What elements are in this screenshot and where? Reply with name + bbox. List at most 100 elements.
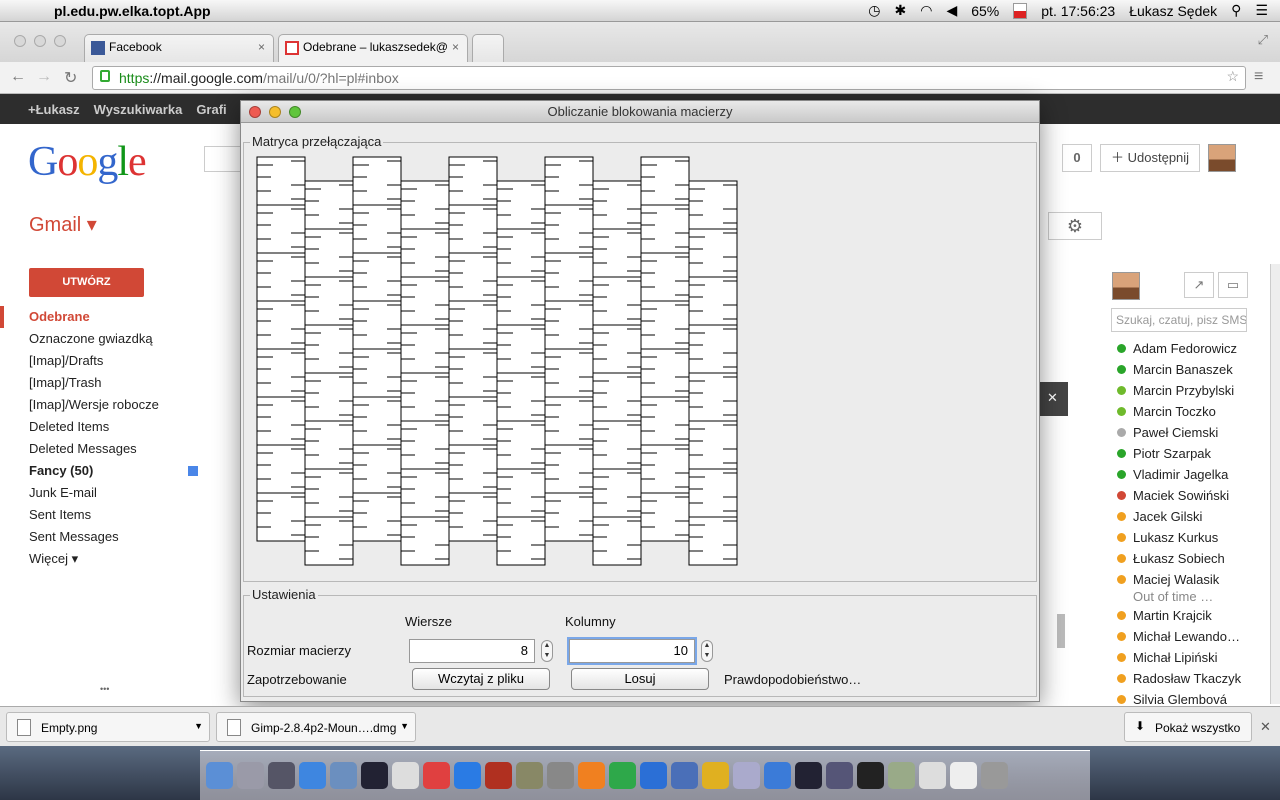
dock-app-icon[interactable] [609,762,636,789]
zoom-window-icon[interactable] [289,106,301,118]
cols-input[interactable]: 10 [569,639,695,663]
switch-cell[interactable] [496,324,546,374]
switch-cell[interactable] [304,180,354,230]
switch-cell[interactable] [688,228,738,278]
dock-app-icon[interactable] [764,762,791,789]
dock-app-icon[interactable] [888,762,915,789]
folder-item[interactable]: Oznaczone gwiazdką [0,328,210,350]
dock-app-icon[interactable] [206,762,233,789]
switch-cell[interactable] [256,348,306,398]
switch-cell[interactable] [688,180,738,230]
chat-contact[interactable]: Michał Lewando… [1104,626,1280,647]
switch-cell[interactable] [688,420,738,470]
switch-cell[interactable] [544,156,594,206]
browser-window-controls[interactable] [14,35,66,47]
switch-cell[interactable] [448,204,498,254]
switch-cell[interactable] [592,468,642,518]
switch-cell[interactable] [496,276,546,326]
switch-cell[interactable] [256,252,306,302]
chat-contact[interactable]: Michał Lipiński [1104,647,1280,668]
switch-cell[interactable] [592,180,642,230]
user-menu[interactable]: Łukasz Sędek [1129,3,1217,19]
reload-icon[interactable]: ↻ [64,68,77,88]
switch-cell[interactable] [640,492,690,542]
switch-cell[interactable] [352,492,402,542]
time-machine-icon[interactable]: ◷ [868,2,880,19]
switch-cell[interactable] [640,396,690,446]
close-tab-icon[interactable]: × [452,40,459,54]
settings-gear-icon[interactable]: ⚙ [1048,212,1102,240]
switch-cell[interactable] [640,252,690,302]
switch-cell[interactable] [352,444,402,494]
back-icon[interactable]: ← [10,68,26,86]
switch-cell[interactable] [256,492,306,542]
dock-app-icon[interactable] [237,762,264,789]
dock-app-icon[interactable] [640,762,667,789]
load-from-file-button[interactable]: Wczytaj z pliku [412,668,550,690]
chat-contact[interactable]: Lukasz Kurkus [1104,527,1280,548]
switch-cell[interactable] [688,468,738,518]
switch-cell[interactable] [256,300,306,350]
volume-icon[interactable]: ◀ [946,2,957,19]
folder-item[interactable]: Deleted Messages [0,438,210,460]
minimize-window-icon[interactable] [269,106,281,118]
dock-app-icon[interactable] [454,762,481,789]
wifi-icon[interactable]: ◠ [920,2,932,19]
gbar-item-images[interactable]: Grafi [196,102,226,117]
switch-cell[interactable] [544,252,594,302]
dock-app-icon[interactable] [268,762,295,789]
dock-app-icon[interactable] [299,762,326,789]
dock-app-icon[interactable] [361,762,388,789]
switch-cell[interactable] [400,468,450,518]
address-bar[interactable]: https://mail.google.com/mail/u/0/?hl=pl#… [92,66,1246,90]
switch-cell[interactable] [544,348,594,398]
switch-cell[interactable] [448,492,498,542]
close-downloads-icon[interactable]: ✕ [1260,719,1271,735]
switch-cell[interactable] [448,252,498,302]
folder-item[interactable]: Junk E-mail [0,482,210,504]
dock-app-icon[interactable] [423,762,450,789]
switch-cell[interactable] [496,516,546,566]
new-tab-button[interactable] [472,34,504,62]
rows-stepper[interactable]: ▲ ▼ [541,640,553,662]
share-button[interactable]: ＋ Udostępnij [1100,144,1201,172]
folder-item[interactable]: Odebrane [0,306,210,328]
switch-cell[interactable] [544,204,594,254]
switch-cell[interactable] [304,228,354,278]
close-window-icon[interactable] [249,106,261,118]
switch-cell[interactable] [640,300,690,350]
dock-app-icon[interactable] [485,762,512,789]
folder-item[interactable]: [Imap]/Drafts [0,350,210,372]
switch-cell[interactable] [352,348,402,398]
chat-contact[interactable]: Piotr Szarpak [1104,443,1280,464]
gbar-item-search[interactable]: Wyszukiwarka [94,102,183,117]
switch-cell[interactable] [640,204,690,254]
notification-count[interactable]: 0 [1062,144,1092,172]
switch-cell[interactable] [640,444,690,494]
spotlight-icon[interactable]: ⚲ [1231,2,1241,19]
switch-cell[interactable] [256,444,306,494]
download-item[interactable]: Gimp-2.8.4p2-Moun….dmg ▼ [216,712,416,742]
gbar-item-plus[interactable]: +Łukasz [28,102,80,117]
tab-gmail[interactable]: Odebrane – lukaszsedek@ × [278,34,468,62]
app-name-menu[interactable]: pl.edu.pw.elka.topt.App [54,3,211,19]
dialog-title-bar[interactable]: Obliczanie blokowania macierzy [241,101,1039,123]
dock-app-icon[interactable] [826,762,853,789]
chat-bubble-icon[interactable]: ▭ [1218,272,1248,298]
randomize-button[interactable]: Losuj [571,668,709,690]
switch-cell[interactable] [544,444,594,494]
call-phone-icon[interactable]: ↗ [1184,272,1214,298]
chat-search-input[interactable]: Szukaj, czatuj, pisz SMS [1111,308,1247,332]
search-input[interactable] [204,146,244,172]
dock-app-icon[interactable] [547,762,574,789]
switch-cell[interactable] [592,516,642,566]
scrollbar-thumb[interactable] [1057,614,1065,648]
chevron-down-icon[interactable]: ▼ [400,721,409,731]
switch-cell[interactable] [256,204,306,254]
switch-cell[interactable] [256,396,306,446]
dock-app-icon[interactable] [392,762,419,789]
google-logo[interactable]: Google [28,138,147,186]
notification-center-icon[interactable]: ☰ [1255,2,1268,19]
dock-app-icon[interactable] [671,762,698,789]
switch-cell[interactable] [400,276,450,326]
